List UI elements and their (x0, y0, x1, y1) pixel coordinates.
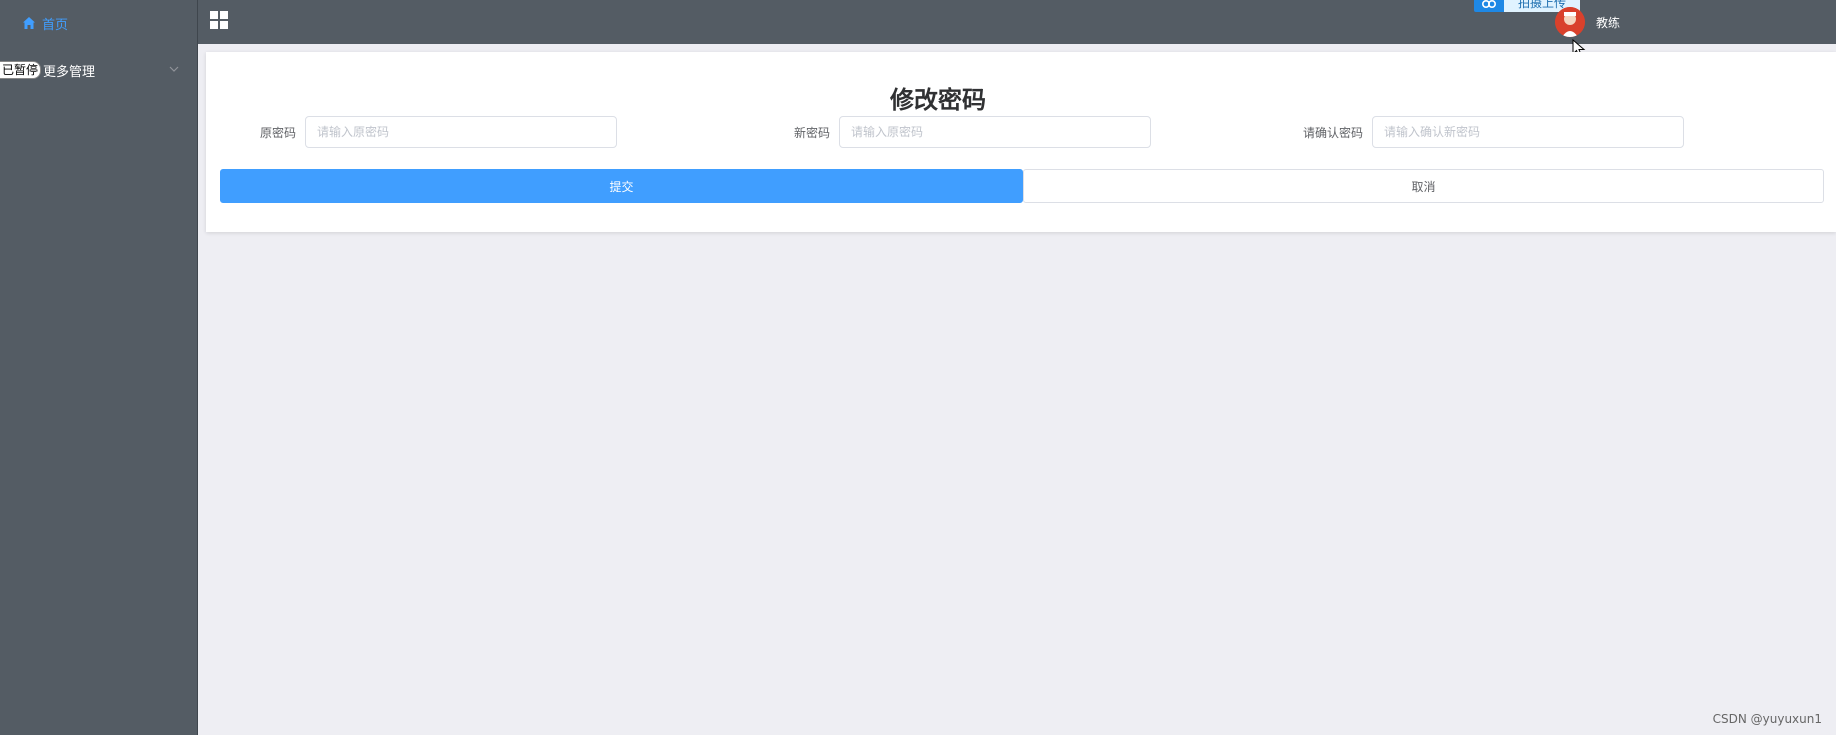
sidebar-item-label: 更多管理 (43, 64, 96, 80)
sidebar-item-home[interactable]: 首页 (0, 3, 197, 43)
confirm-password-input[interactable] (1372, 116, 1685, 148)
watermark: CSDN @yuyuxun1 (1712, 712, 1822, 726)
new-password-input[interactable] (839, 116, 1152, 148)
upload-icon (1474, 0, 1504, 12)
page-title: 修改密码 (890, 86, 986, 114)
confirm-password-label: 请确认密码 (1303, 125, 1364, 140)
grid-icon[interactable] (210, 11, 228, 29)
chevron-down-icon (169, 66, 179, 72)
confirm-password-field-group: 请确认密码 (1303, 115, 1685, 149)
paused-overlay-badge: 已暂停 (0, 61, 42, 79)
user-name[interactable]: 教练 (1596, 14, 1620, 31)
old-password-input[interactable] (305, 116, 618, 148)
home-icon (23, 17, 35, 29)
new-password-label: 新密码 (794, 125, 831, 140)
avatar[interactable] (1555, 7, 1585, 37)
sidebar-item-label: 首页 (42, 17, 69, 33)
old-password-field-group: 原密码 (260, 115, 618, 149)
change-password-card: 修改密码 原密码 新密码 请确认密码 提交 取消 (206, 52, 1836, 232)
top-header (198, 0, 1836, 44)
sidebar: 首页 更多管理 已暂停 (0, 0, 198, 735)
submit-button[interactable]: 提交 (220, 169, 1023, 203)
cancel-button[interactable]: 取消 (1023, 169, 1824, 203)
old-password-label: 原密码 (260, 125, 297, 140)
new-password-field-group: 新密码 (794, 115, 1152, 149)
